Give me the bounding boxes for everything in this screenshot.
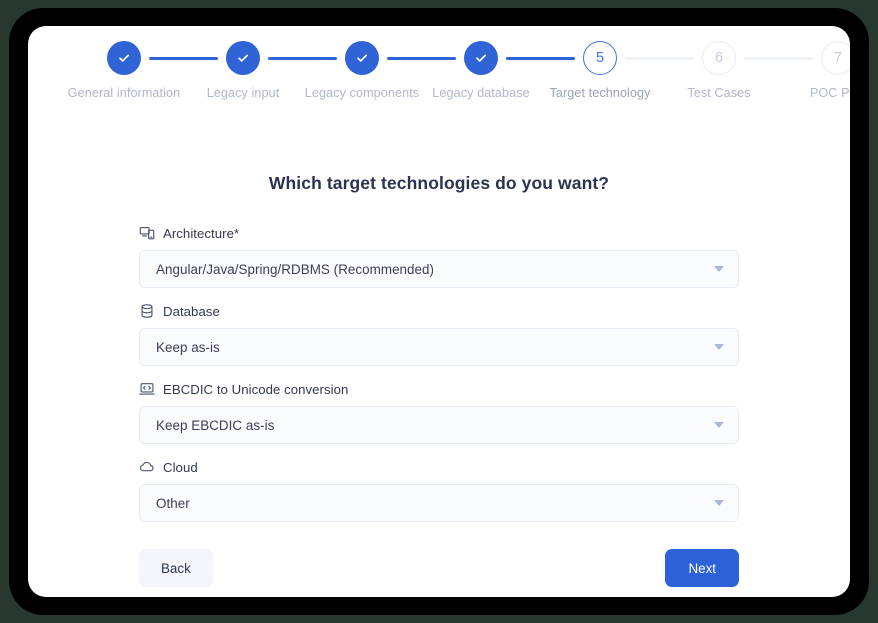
field-label-4: Cloud	[163, 459, 198, 475]
back-button[interactable]: Back	[139, 549, 213, 587]
field-group-3: EBCDIC to Unicode conversion Keep EBCDIC …	[139, 380, 739, 444]
wizard-stepper: General information Legacy input Legacy co…	[28, 26, 850, 116]
field-label-row-2: Database	[139, 302, 739, 320]
chevron-down-icon[interactable]	[714, 266, 724, 272]
field-label-2: Database	[163, 303, 220, 319]
form-button-row: Back Next	[28, 549, 850, 587]
step-number-7: 7	[821, 41, 850, 75]
select-value-3: Keep EBCDIC as-is	[156, 417, 275, 433]
field-group-4: Cloud Other	[139, 458, 739, 522]
device-frame: General information Legacy input Legacy co…	[9, 8, 869, 615]
step-number-5: 5	[583, 41, 617, 75]
form-fields: Architecture* Angular/Java/Spring/RDBMS (…	[28, 224, 850, 522]
step-check-icon-3	[345, 41, 379, 75]
field-group-2: Database Keep as-is	[139, 302, 739, 366]
step-number-6: 6	[702, 41, 736, 75]
step-check-icon-1	[107, 41, 141, 75]
select-value-4: Other	[156, 495, 190, 511]
select-architecture[interactable]: Angular/Java/Spring/RDBMS (Recommended)	[139, 250, 739, 288]
laptop-code-icon	[139, 381, 155, 397]
form-panel: Which target technologies do you want? A…	[28, 116, 850, 587]
cloud-icon	[139, 459, 155, 475]
field-group-1: Architecture* Angular/Java/Spring/RDBMS (…	[139, 224, 739, 288]
field-label-1: Architecture*	[163, 225, 240, 241]
select-database[interactable]: Keep as-is	[139, 328, 739, 366]
next-button[interactable]: Next	[665, 549, 739, 587]
field-label-row-3: EBCDIC to Unicode conversion	[139, 380, 739, 398]
chevron-down-icon[interactable]	[714, 344, 724, 350]
select-value-1: Angular/Java/Spring/RDBMS (Recommended)	[156, 261, 435, 277]
select-ebcdic-to-unicode-conversion[interactable]: Keep EBCDIC as-is	[139, 406, 739, 444]
page-title: Which target technologies do you want?	[268, 173, 610, 193]
stepper-label-7: POC Pilot	[809, 86, 850, 100]
select-value-2: Keep as-is	[156, 339, 220, 355]
devices-icon	[139, 225, 155, 241]
stepper-step-7[interactable]: 7 POC Pilot	[748, 41, 850, 100]
field-label-row-4: Cloud	[139, 458, 739, 476]
select-cloud[interactable]: Other	[139, 484, 739, 522]
step-check-icon-4	[464, 41, 498, 75]
step-check-icon-2	[226, 41, 260, 75]
field-label-row-1: Architecture*	[139, 224, 739, 242]
chevron-down-icon[interactable]	[714, 500, 724, 506]
app-screen: General information Legacy input Legacy co…	[28, 26, 850, 597]
database-icon	[139, 303, 155, 319]
field-label-3: EBCDIC to Unicode conversion	[163, 381, 349, 397]
chevron-down-icon[interactable]	[714, 422, 724, 428]
